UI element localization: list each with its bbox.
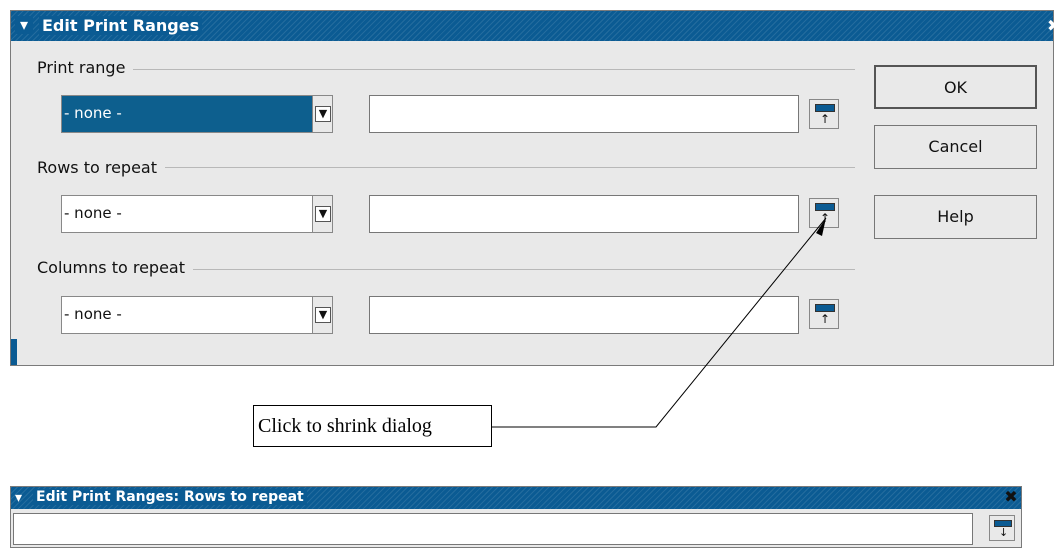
columns-to-repeat-select-value: - none - bbox=[64, 305, 122, 323]
close-icon[interactable]: ✖ bbox=[1003, 489, 1019, 505]
columns-to-repeat-select[interactable]: - none - ▼ bbox=[61, 296, 333, 334]
print-range-divider bbox=[37, 69, 855, 70]
columns-to-repeat-dropdown-button[interactable]: ▼ bbox=[312, 297, 332, 333]
columns-to-repeat-label: Columns to repeat bbox=[37, 258, 193, 277]
print-range-select[interactable]: - none - ▼ bbox=[61, 95, 333, 133]
chevron-down-icon[interactable]: ▾ bbox=[15, 490, 31, 506]
close-icon[interactable]: ✖ bbox=[1047, 17, 1054, 35]
shrunk-dialog-input[interactable] bbox=[13, 513, 973, 545]
print-range-shrink-button[interactable]: ↑ bbox=[809, 99, 839, 129]
edit-print-ranges-dialog: ▾ Edit Print Ranges ✖ Print range - none… bbox=[10, 10, 1054, 366]
rows-to-repeat-input[interactable] bbox=[369, 195, 799, 233]
rows-to-repeat-label: Rows to repeat bbox=[37, 158, 165, 177]
dialog-titlebar[interactable]: ▾ Edit Print Ranges ✖ bbox=[11, 11, 1054, 41]
shrink-icon bbox=[815, 304, 835, 312]
rows-to-repeat-select-value: - none - bbox=[64, 204, 122, 222]
print-range-select-value: - none - bbox=[64, 104, 122, 122]
print-range-dropdown-button[interactable]: ▼ bbox=[312, 96, 332, 132]
dialog-title: Edit Print Ranges bbox=[39, 16, 203, 35]
columns-to-repeat-input[interactable] bbox=[369, 296, 799, 334]
arrow-up-icon: ↑ bbox=[820, 312, 831, 326]
chevron-down-icon: ▼ bbox=[315, 106, 331, 122]
rows-to-repeat-select[interactable]: - none - ▼ bbox=[61, 195, 333, 233]
arrow-up-icon: ↑ bbox=[820, 112, 831, 126]
shrink-icon bbox=[815, 203, 835, 211]
cancel-button[interactable]: Cancel bbox=[874, 125, 1037, 169]
arrow-down-icon: ↓ bbox=[999, 526, 1009, 539]
shrunk-dialog: ▾ Edit Print Ranges: Rows to repeat ✖ ↓ bbox=[10, 486, 1022, 548]
chevron-down-icon: ▼ bbox=[315, 206, 331, 222]
rows-to-repeat-shrink-button[interactable]: ↑ bbox=[809, 198, 839, 228]
shrink-icon bbox=[815, 104, 835, 112]
print-range-input[interactable] bbox=[369, 95, 799, 133]
window-edge-accent bbox=[11, 339, 17, 365]
chevron-down-icon[interactable]: ▾ bbox=[15, 16, 33, 34]
chevron-down-icon: ▼ bbox=[315, 307, 331, 323]
help-button[interactable]: Help bbox=[874, 195, 1037, 239]
columns-to-repeat-shrink-button[interactable]: ↑ bbox=[809, 299, 839, 329]
ok-button[interactable]: OK bbox=[874, 65, 1037, 109]
shrunk-dialog-title: Edit Print Ranges: Rows to repeat bbox=[33, 489, 307, 505]
expand-dialog-button[interactable]: ↓ bbox=[989, 515, 1015, 541]
shrunk-dialog-titlebar[interactable]: ▾ Edit Print Ranges: Rows to repeat ✖ bbox=[11, 487, 1021, 509]
rows-to-repeat-dropdown-button[interactable]: ▼ bbox=[312, 196, 332, 232]
annotation-callout: Click to shrink dialog bbox=[253, 405, 492, 447]
print-range-label: Print range bbox=[37, 58, 134, 77]
arrow-up-icon: ↑ bbox=[820, 211, 831, 225]
